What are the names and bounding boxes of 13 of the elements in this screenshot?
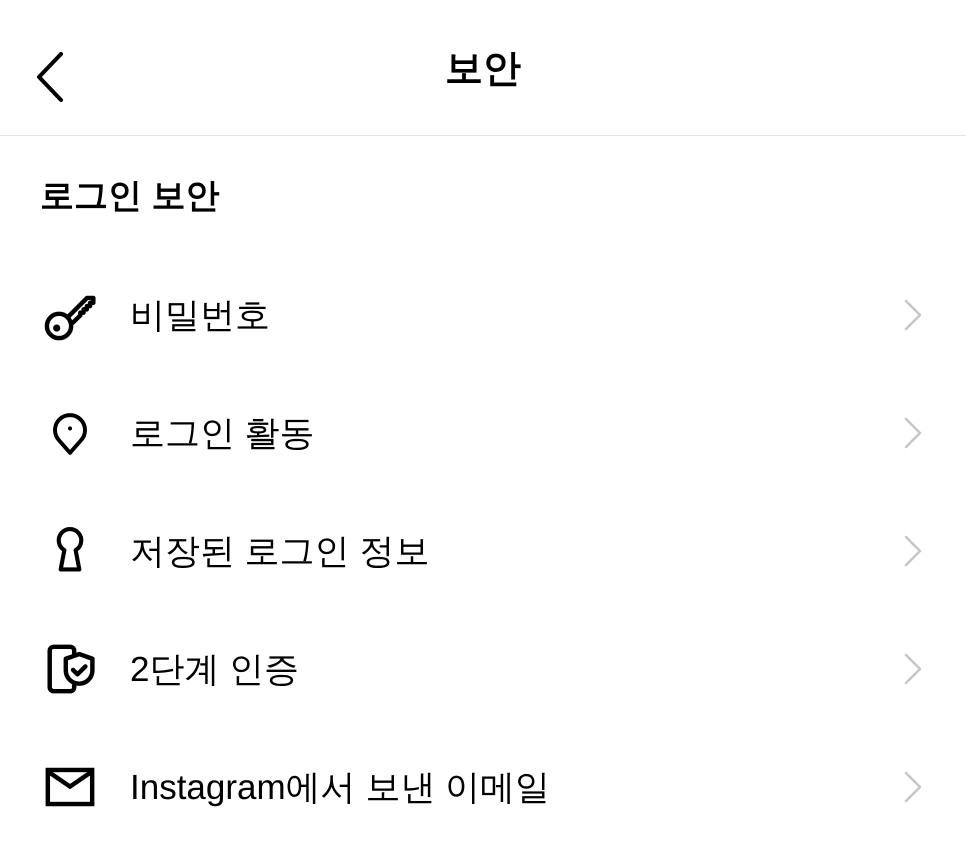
menu-item[interactable]: Instagram에서 보낸 이메일	[0, 728, 966, 845]
menu-item[interactable]: 2단계 인증	[0, 610, 966, 728]
menu-item[interactable]: 저장된 로그인 정보	[0, 492, 966, 610]
chevron-right-icon	[904, 535, 922, 567]
chevron-right-icon	[904, 653, 922, 685]
page-title: 보안	[445, 50, 521, 88]
chevron-right-icon	[904, 417, 922, 449]
section-title: 로그인 보안	[40, 179, 220, 213]
menu-item[interactable]: 비밀번호	[0, 256, 966, 374]
menu-item[interactable]: 로그인 활동	[0, 374, 966, 492]
chevron-right-icon	[904, 299, 922, 331]
chevron-right-icon	[904, 771, 922, 803]
back-chevron-icon	[35, 51, 65, 103]
